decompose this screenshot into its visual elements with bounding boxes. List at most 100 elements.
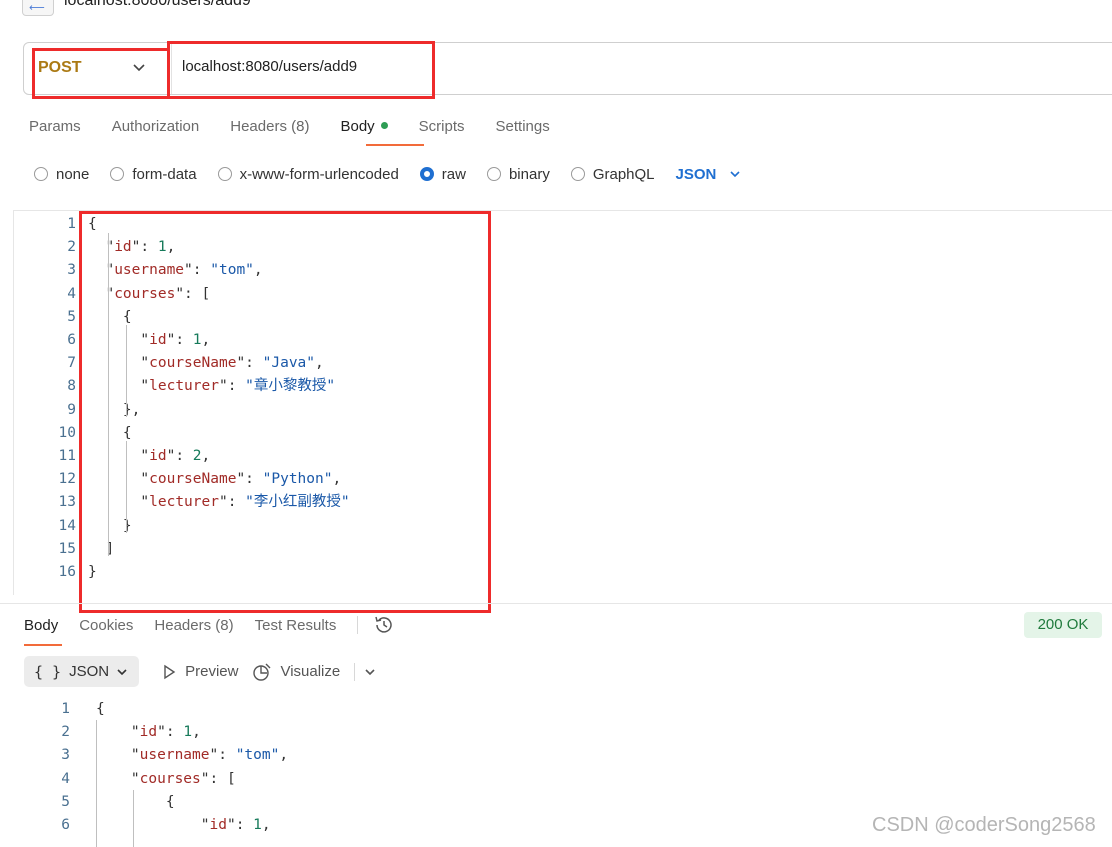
line-number: 7 (67, 355, 76, 372)
radio-binary[interactable]: binary (486, 166, 550, 183)
code-line: 6 "id": 1, (0, 814, 1000, 837)
code-text: "id": 2, (140, 448, 211, 464)
code-line: 16} (14, 561, 1094, 584)
radio-raw[interactable]: raw (419, 166, 466, 183)
radio-form-data[interactable]: form-data (110, 166, 197, 183)
code-text: }, (122, 401, 141, 418)
line-number: 14 (58, 517, 76, 534)
separator (357, 616, 359, 634)
code-text: "username": "tom", (130, 747, 289, 764)
code-line: 4 "courses": [ (14, 283, 1094, 306)
status-badge: 200 OK (1024, 612, 1102, 638)
url-input[interactable]: localhost:8080/users/add9 (182, 58, 782, 75)
chevron-down-icon[interactable] (363, 665, 377, 679)
method-select[interactable]: POST (24, 43, 172, 94)
line-number: 3 (61, 747, 70, 764)
visualize-button[interactable]: Visualize (252, 662, 340, 682)
code-line: 7 "courseName": "Java", (14, 352, 1094, 375)
line-number: 6 (61, 817, 70, 833)
radio-checked-icon (419, 167, 434, 181)
code-line: 5 { (14, 306, 1094, 329)
code-text: ] (105, 540, 115, 557)
radio-icon (110, 167, 125, 181)
line-number: 13 (58, 494, 76, 511)
code-line: 4 "courses": [ (0, 768, 1000, 791)
code-line: 10 { (14, 422, 1094, 445)
code-line: 14 } (14, 515, 1094, 538)
response-tab-test-results[interactable]: Test Results (255, 617, 337, 634)
code-line: 15 ] (14, 538, 1094, 561)
line-number: 16 (58, 564, 76, 580)
code-text: { (88, 216, 97, 232)
code-text: "courseName": "Java", (140, 355, 324, 372)
radio-icon (486, 167, 501, 181)
chevron-down-icon (133, 64, 145, 72)
radio-none[interactable]: none (34, 166, 89, 183)
radio-graphql[interactable]: GraphQL (570, 166, 655, 183)
code-text: "id": 1, (130, 724, 201, 741)
body-modified-dot-icon (380, 122, 388, 129)
tab-scripts[interactable]: Scripts (419, 118, 465, 148)
code-line: 11 "id": 2, (14, 445, 1094, 468)
active-tab-underline (366, 144, 424, 146)
watermark: CSDN @coderSong2568 (872, 814, 1096, 836)
indent-guide (108, 233, 109, 556)
separator (354, 662, 356, 681)
indent-guide (96, 720, 97, 847)
response-active-underline (24, 644, 62, 646)
line-number: 12 (58, 471, 76, 488)
code-text: "id": 1, (140, 332, 211, 348)
method-label: POST (38, 59, 82, 76)
line-number: 15 (58, 540, 76, 557)
code-text: "courses": [ (105, 285, 211, 302)
preview-button[interactable]: Preview (161, 663, 238, 680)
line-number: 6 (67, 332, 76, 348)
http-request-icon: HTTP ⟵ (22, 0, 56, 16)
request-body-editor[interactable]: 1{2 "id": 1, 3 "username": "tom", 4 "cours… (13, 210, 1112, 595)
visualize-icon (253, 663, 271, 681)
url-bar: POST localhost:8080/users/add9 (23, 42, 1112, 95)
code-text: "lecturer": "李小红副教授" (140, 494, 350, 511)
tab-settings[interactable]: Settings (496, 118, 550, 148)
code-line: 9 }, (14, 399, 1094, 422)
code-line: 8 "lecturer": "章小黎教授" (14, 375, 1094, 398)
title-bar: HTTP ⟵ localhost:8080/users/add9 (0, 0, 1112, 16)
raw-language-select[interactable]: JSON (676, 166, 743, 183)
code-text: "username": "tom", (105, 262, 263, 279)
tab-authorization[interactable]: Authorization (112, 118, 200, 148)
code-text: "id": 1, (105, 239, 176, 256)
code-line: 13 "lecturer": "李小红副教授" (14, 491, 1094, 514)
line-number: 5 (67, 308, 76, 325)
history-icon[interactable] (373, 614, 395, 636)
response-format-select[interactable]: { } JSON (24, 656, 140, 687)
request-tabs: Params Authorization Headers (8) Body Sc… (29, 118, 581, 148)
line-number: 1 (67, 216, 76, 232)
tab-headers[interactable]: Headers (8) (230, 118, 309, 148)
code-line: 1{ (0, 698, 1000, 721)
code-line: 3 "username": "tom", (0, 744, 1000, 767)
code-line: 2 "id": 1, (14, 236, 1094, 259)
response-tabs: Body Cookies Headers (8) Test Results (24, 614, 395, 636)
pane-divider[interactable] (0, 603, 1112, 604)
response-tab-headers[interactable]: Headers (8) (154, 617, 233, 634)
line-number: 1 (61, 701, 70, 717)
request-tab-title[interactable]: localhost:8080/users/add9 (64, 0, 251, 10)
tab-params[interactable]: Params (29, 118, 81, 148)
line-number: 11 (58, 448, 76, 464)
response-toolbar: { } JSON Preview Visualize (24, 656, 377, 687)
radio-x-www-form-urlencoded[interactable]: x-www-form-urlencoded (217, 166, 399, 183)
code-text: { (96, 701, 105, 717)
line-number: 2 (61, 724, 70, 741)
indent-guide (126, 441, 127, 533)
radio-icon (217, 167, 232, 181)
code-line: 6 "id": 1, (14, 329, 1094, 352)
response-tab-body[interactable]: Body (24, 617, 58, 634)
radio-icon (570, 167, 585, 181)
response-tab-cookies[interactable]: Cookies (79, 617, 133, 634)
body-type-options: none form-data x-www-form-urlencoded raw… (34, 163, 742, 185)
line-number: 4 (67, 285, 76, 302)
indent-guide (126, 325, 127, 417)
play-icon (164, 664, 176, 679)
line-number: 4 (61, 770, 70, 787)
json-braces-icon: { } (34, 662, 62, 681)
